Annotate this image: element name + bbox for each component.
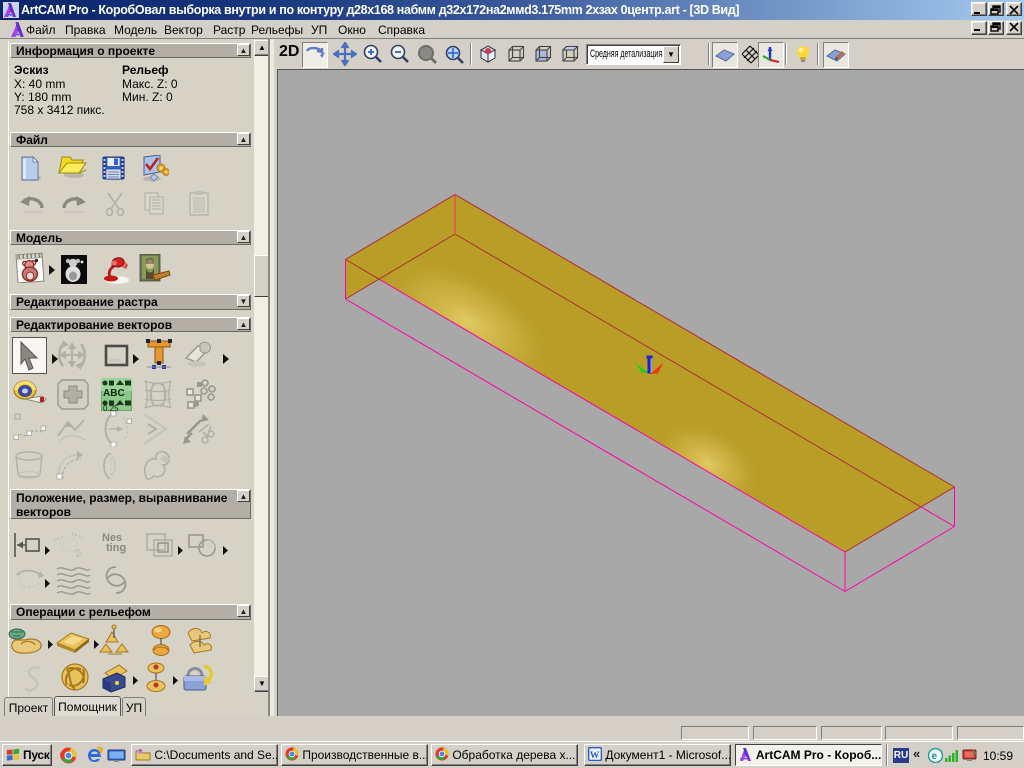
svg-text:0.25: 0.25	[103, 404, 119, 411]
svg-text:W: W	[590, 750, 600, 761]
svg-text:ting: ting	[106, 542, 126, 554]
svg-text:t e x t: t e x t	[71, 531, 85, 541]
svg-text:ABC: ABC	[103, 388, 125, 399]
svg-text:c u r v: c u r v	[54, 534, 64, 544]
svg-text:e: e	[932, 751, 938, 762]
